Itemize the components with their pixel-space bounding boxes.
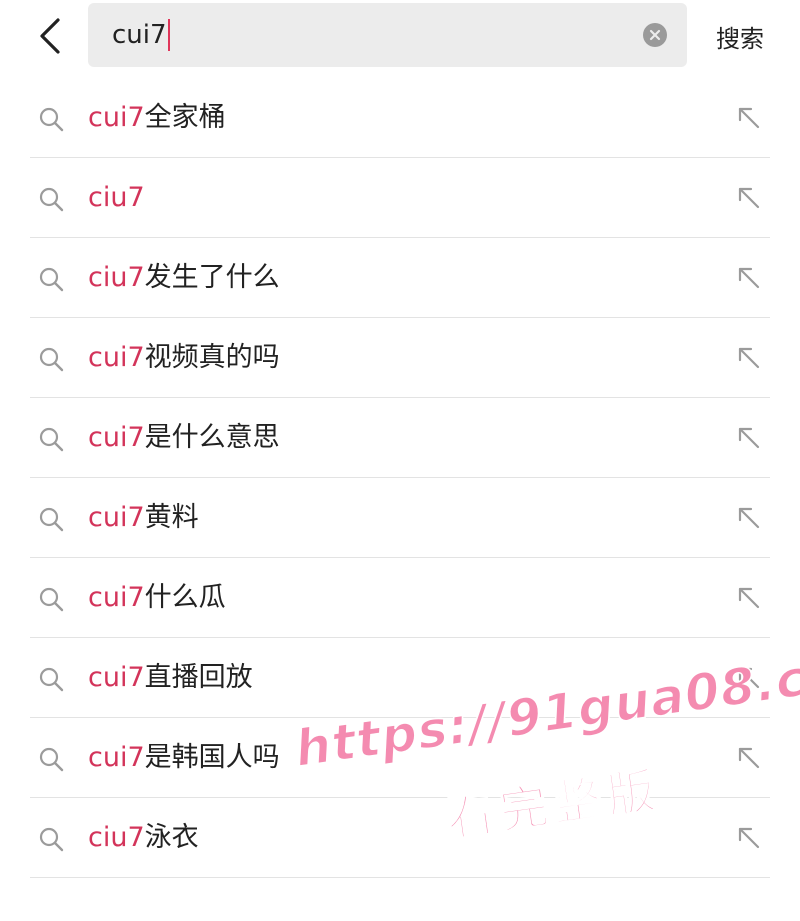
chevron-left-icon bbox=[40, 18, 60, 54]
suggestion-highlight: cui7 bbox=[88, 342, 145, 373]
suggestion-item[interactable]: cui7视频真的吗 bbox=[0, 318, 800, 398]
suggestion-text: 是什么意思 bbox=[144, 422, 280, 453]
fill-query-button[interactable] bbox=[735, 504, 763, 532]
search-icon bbox=[39, 587, 64, 612]
suggestion-text: 是韩国人吗 bbox=[144, 742, 280, 773]
search-icon bbox=[39, 747, 64, 772]
arrow-up-left-icon bbox=[738, 667, 760, 689]
suggestion-text: 什么瓜 bbox=[144, 582, 226, 613]
suggestion-highlight: cui7 bbox=[88, 422, 145, 453]
search-icon bbox=[39, 187, 64, 212]
search-icon bbox=[39, 347, 64, 372]
fill-query-button[interactable] bbox=[735, 264, 763, 292]
clear-circle-icon bbox=[649, 29, 661, 41]
suggestion-text: 全家桶 bbox=[144, 102, 226, 133]
search-submit-button[interactable]: 搜索 bbox=[716, 14, 764, 58]
fill-query-button[interactable] bbox=[735, 664, 763, 692]
fill-query-button[interactable] bbox=[735, 184, 763, 212]
suggestion-highlight: cui7 bbox=[88, 662, 145, 693]
suggestion-highlight: cui7 bbox=[88, 742, 145, 773]
suggestion-text: 黄料 bbox=[144, 502, 199, 533]
search-icon bbox=[39, 507, 64, 532]
arrow-up-left-icon bbox=[738, 427, 760, 449]
suggestion-text: 直播回放 bbox=[144, 662, 253, 693]
suggestion-item[interactable]: ciu7 bbox=[0, 158, 800, 238]
arrow-up-left-icon bbox=[738, 347, 760, 369]
fill-query-button[interactable] bbox=[735, 744, 763, 772]
search-bar: cui7 搜索 bbox=[0, 0, 800, 78]
suggestion-item[interactable]: cui7黄料 bbox=[0, 478, 800, 558]
arrow-up-left-icon bbox=[738, 587, 760, 609]
suggestion-item[interactable]: cui7什么瓜 bbox=[0, 558, 800, 638]
arrow-up-left-icon bbox=[738, 507, 760, 529]
search-icon bbox=[39, 427, 64, 452]
arrow-up-left-icon bbox=[738, 267, 760, 289]
suggestion-item[interactable]: ciu7泳衣 bbox=[0, 798, 800, 878]
search-icon bbox=[39, 267, 64, 292]
arrow-up-left-icon bbox=[738, 187, 760, 209]
text-caret bbox=[167, 19, 170, 51]
suggestion-text: 视频真的吗 bbox=[144, 342, 280, 373]
suggestion-item[interactable]: ciu7发生了什么 bbox=[0, 238, 800, 318]
suggestion-text: 发生了什么 bbox=[144, 262, 280, 293]
suggestion-item[interactable]: cui7直播回放 bbox=[0, 638, 800, 718]
suggestion-highlight: cui7 bbox=[88, 582, 145, 613]
suggestion-highlight: cui7 bbox=[88, 502, 145, 533]
fill-query-button[interactable] bbox=[735, 344, 763, 372]
suggestion-highlight: ciu7 bbox=[88, 822, 145, 853]
back-button[interactable] bbox=[28, 14, 72, 58]
suggestion-item[interactable]: cui7是韩国人吗 bbox=[0, 718, 800, 798]
arrow-up-left-icon bbox=[738, 747, 760, 769]
search-query-text: cui7 bbox=[112, 20, 167, 50]
fill-query-button[interactable] bbox=[735, 424, 763, 452]
suggestion-list: cui7全家桶 ciu7 ciu7发生了什么 cui7视频真的吗 cui7是什么… bbox=[0, 78, 800, 878]
arrow-up-left-icon bbox=[738, 827, 760, 849]
suggestion-item[interactable]: cui7全家桶 bbox=[0, 78, 800, 158]
search-icon bbox=[39, 107, 64, 132]
search-input[interactable]: cui7 bbox=[88, 3, 687, 67]
suggestion-highlight: cui7 bbox=[88, 102, 145, 133]
fill-query-button[interactable] bbox=[735, 824, 763, 852]
fill-query-button[interactable] bbox=[735, 584, 763, 612]
search-icon bbox=[39, 667, 64, 692]
suggestion-text: 泳衣 bbox=[144, 822, 199, 853]
suggestion-item[interactable]: cui7是什么意思 bbox=[0, 398, 800, 478]
clear-button[interactable] bbox=[643, 23, 667, 47]
search-icon bbox=[39, 827, 64, 852]
suggestion-highlight: ciu7 bbox=[88, 262, 145, 293]
suggestion-highlight: ciu7 bbox=[88, 182, 145, 213]
fill-query-button[interactable] bbox=[735, 104, 763, 132]
arrow-up-left-icon bbox=[738, 107, 760, 129]
